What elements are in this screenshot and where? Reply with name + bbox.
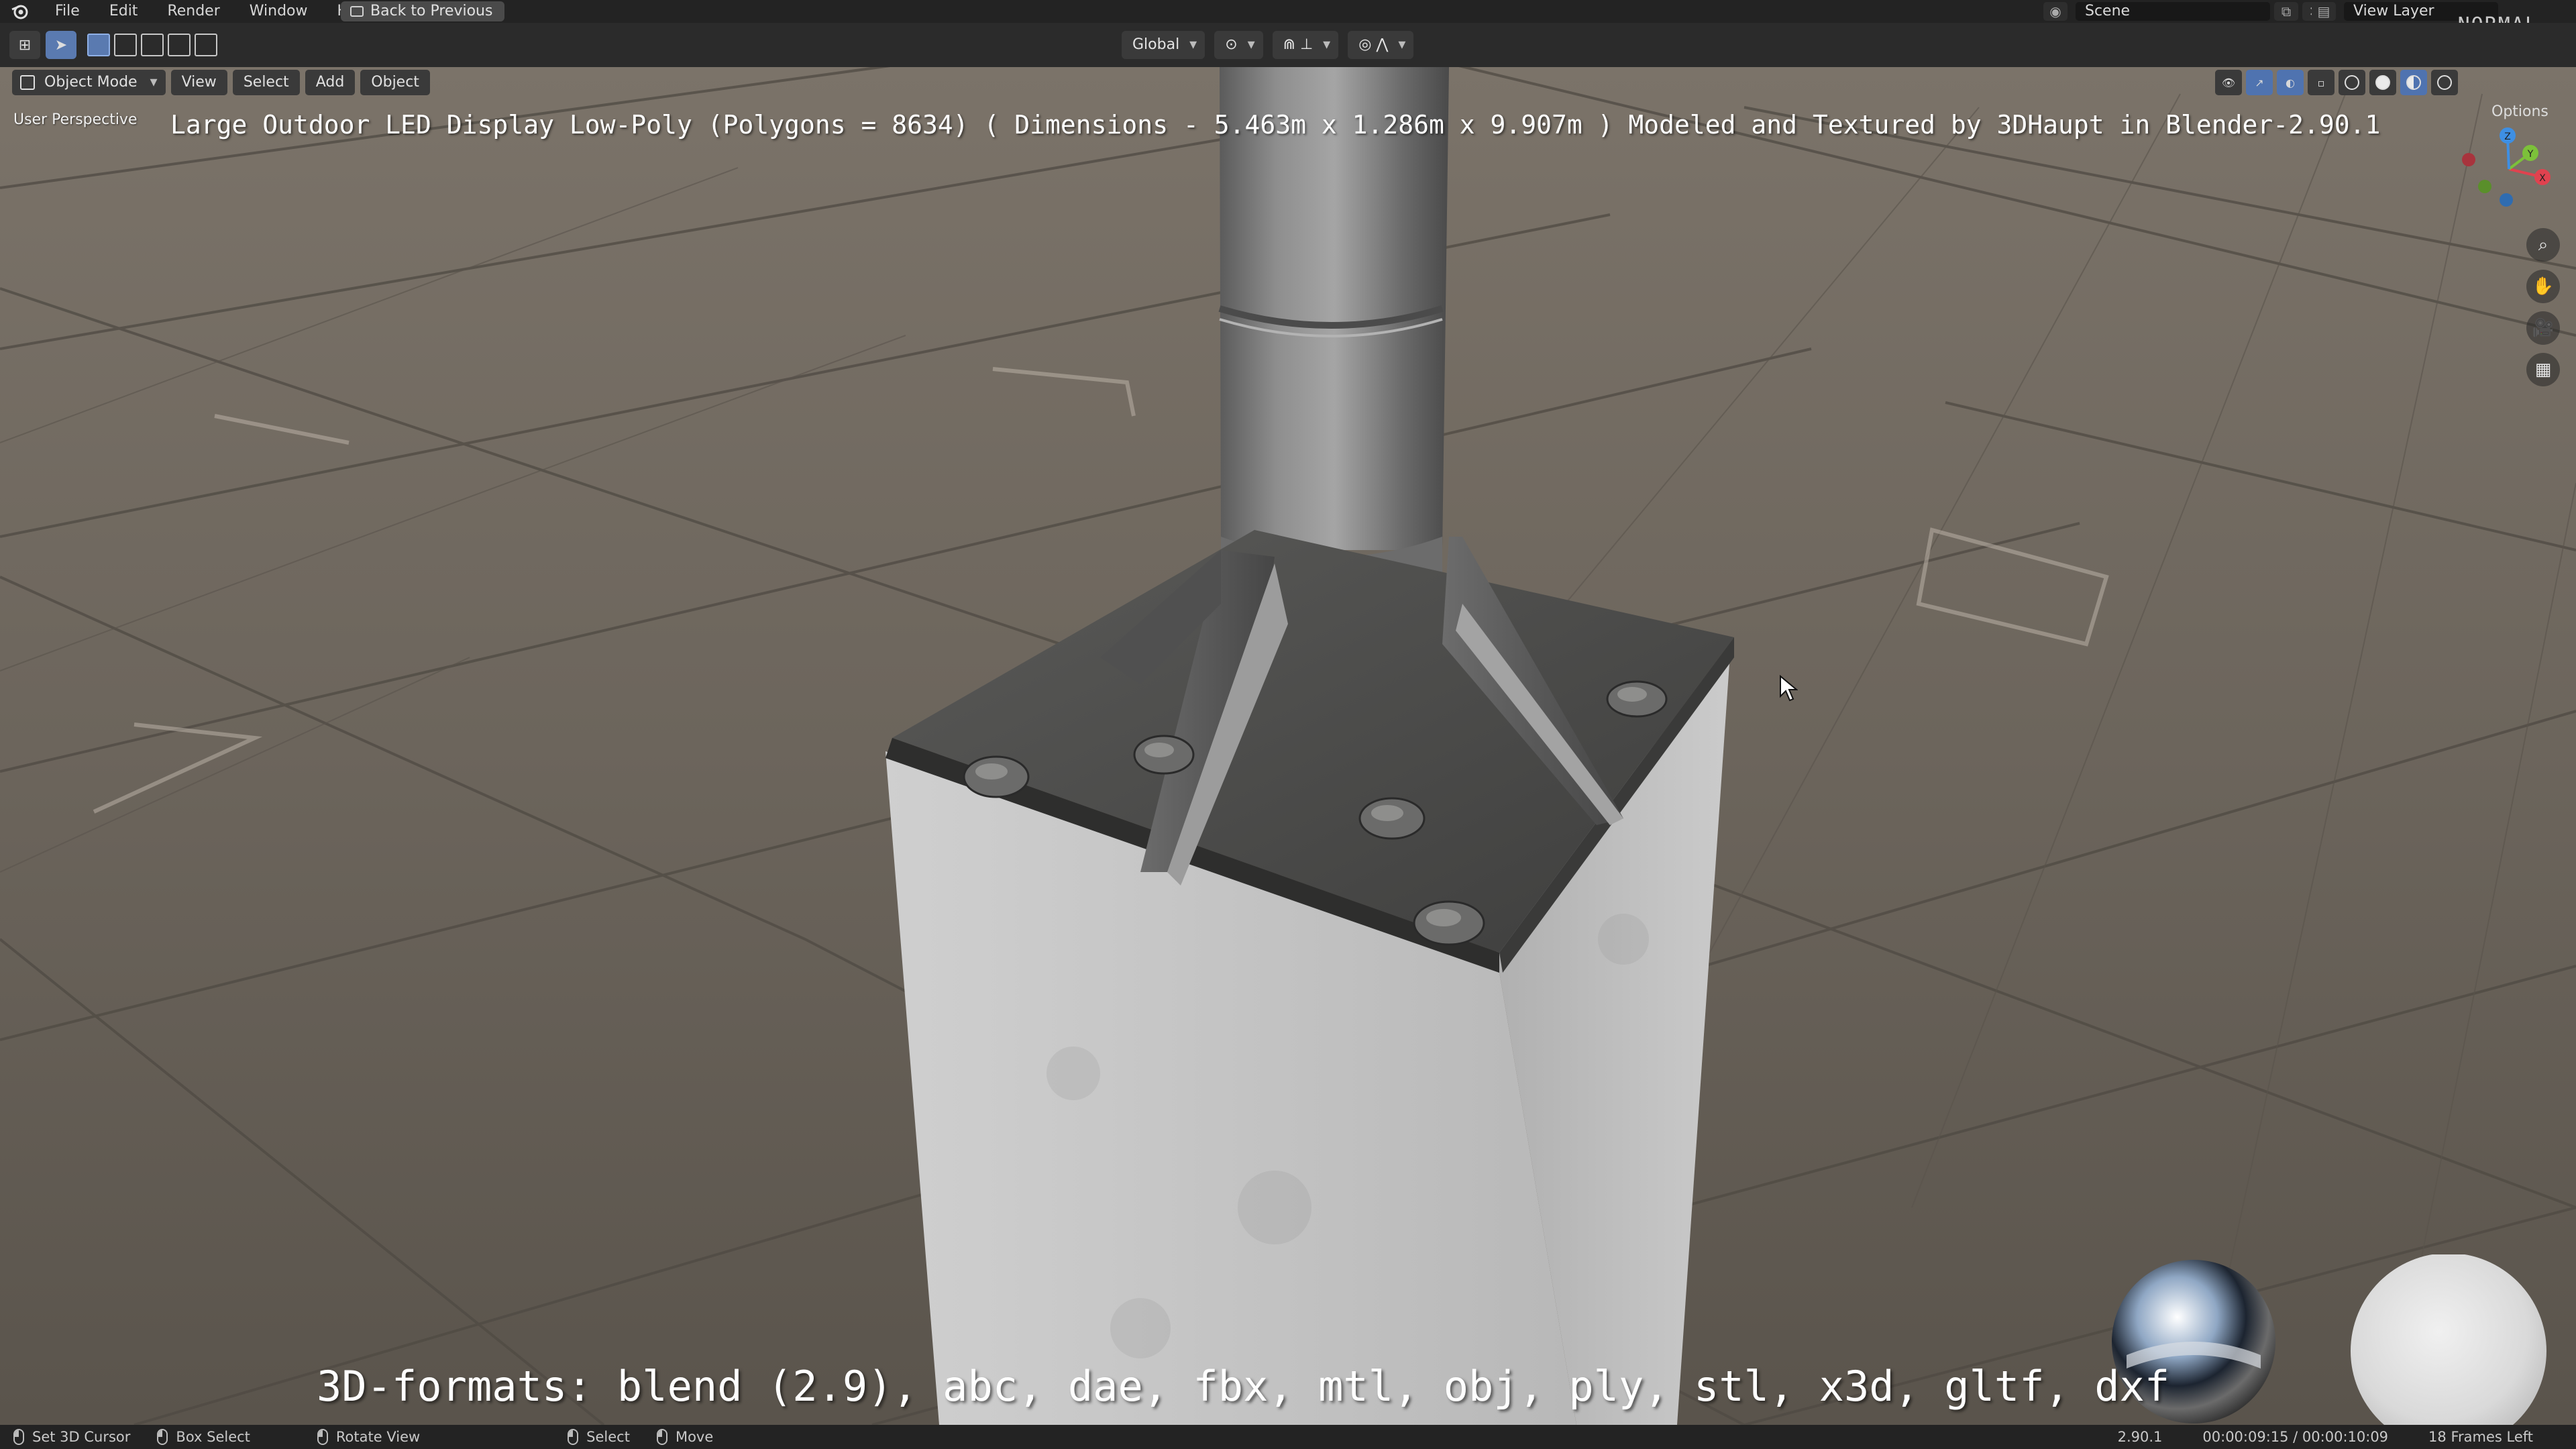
frames-left: 18 Frames Left [2428, 1429, 2533, 1445]
status-box-select: Box Select [157, 1429, 250, 1445]
scene-browse-icon[interactable]: ◉ [2043, 2, 2068, 21]
menu-window[interactable]: Window [235, 0, 323, 23]
wireframe-shading-icon[interactable] [2339, 70, 2365, 95]
rendered-dot [2437, 75, 2452, 90]
middle-mouse-icon [317, 1429, 328, 1445]
back-to-previous-button[interactable]: Back to Previous [341, 1, 505, 21]
scene-name-field[interactable]: Scene [2076, 2, 2270, 21]
camera-view-icon[interactable]: 🎥 [2526, 311, 2560, 345]
editor-type-icon[interactable]: ⊞ [9, 31, 40, 59]
menu-render[interactable]: Render [152, 0, 234, 23]
top-menu-bar: File Edit Render Window Help Back to Pre… [0, 0, 2576, 37]
mode-set-icon[interactable] [87, 34, 110, 56]
status-box-select-label: Box Select [176, 1429, 250, 1445]
material-dot [2406, 75, 2421, 90]
screen-icon [350, 6, 364, 17]
gizmo-neg-y-axis[interactable] [2478, 180, 2491, 193]
menu-file[interactable]: File [40, 0, 95, 23]
gizmo-neg-z-axis[interactable] [2500, 193, 2513, 207]
pivot-point-dropdown[interactable]: ⊙ [1214, 31, 1263, 59]
mode-extend-icon[interactable] [114, 34, 137, 56]
solid-shading-icon[interactable] [2369, 70, 2396, 95]
menu-edit[interactable]: Edit [95, 0, 153, 23]
proportional-icon: ◎ ⋀ [1358, 36, 1389, 53]
playback-timecode: 00:00:09:15 / 00:00:10:09 [2202, 1429, 2389, 1445]
select-tool-icon[interactable]: ➤ [46, 31, 76, 59]
gizmo-neg-x-axis[interactable] [2462, 153, 2475, 166]
rendered-shading-icon[interactable] [2431, 70, 2458, 95]
xray-toggle-icon[interactable]: ▫ [2308, 70, 2334, 95]
formats-overlay: 3D-formats: blend (2.9), abc, dae, fbx, … [317, 1362, 2170, 1411]
status-move: Move [656, 1429, 714, 1445]
tool-header: ⊞ ➤ Global ⊙ ⋒ ⊥ ◎ ⋀ [0, 23, 2576, 67]
navigation-gizmo[interactable]: X Y Z [2455, 115, 2563, 223]
gizmo-z-label: Z [2504, 131, 2511, 142]
3d-viewport[interactable]: Object Mode View Select Add Object 👁 ↗ ◐… [0, 67, 2576, 1425]
mode-intersect-icon[interactable] [195, 34, 217, 56]
proportional-editing-dropdown[interactable]: ◎ ⋀ [1348, 31, 1414, 59]
gizmo-x-label: X [2539, 173, 2546, 184]
right-drag-mouse-icon [656, 1429, 667, 1445]
menu-view[interactable]: View [170, 70, 227, 95]
status-rotate-view: Rotate View [317, 1429, 420, 1445]
visibility-eye-icon[interactable]: 👁 [2215, 70, 2242, 95]
mode-subtract-icon[interactable] [141, 34, 164, 56]
wireframe-dot [2345, 75, 2359, 90]
viewport-render [0, 67, 2576, 1425]
diffuse-sphere [2351, 1254, 2546, 1425]
viewport-header: Object Mode View Select Add Object [12, 70, 435, 95]
menu-add[interactable]: Add [305, 70, 356, 95]
blender-version: 2.90.1 [2117, 1429, 2163, 1445]
perspective-label: User Perspective [13, 111, 138, 128]
snapping-dropdown[interactable]: ⋒ ⊥ [1272, 31, 1339, 59]
selection-mode-group [87, 34, 221, 56]
mouse-pointer-icon [1780, 675, 1798, 702]
status-move-label: Move [675, 1429, 714, 1445]
menu-object[interactable]: Object [360, 70, 430, 95]
mode-invert-icon[interactable] [168, 34, 191, 56]
status-bar: Set 3D Cursor Box Select Rotate View Sel… [0, 1425, 2576, 1449]
pivot-icon: ⊙ [1225, 36, 1238, 53]
pan-hand-icon[interactable]: ✋ [2526, 270, 2560, 303]
status-select: Select [568, 1429, 630, 1445]
transform-orientation-dropdown[interactable]: Global [1122, 31, 1205, 59]
back-to-previous-label: Back to Previous [370, 3, 493, 19]
right-mouse-icon [568, 1429, 579, 1445]
object-mode-dropdown[interactable]: Object Mode [12, 70, 166, 95]
menu-select[interactable]: Select [232, 70, 300, 95]
model-info-overlay: Large Outdoor LED Display Low-Poly (Poly… [170, 110, 2381, 140]
status-set-3d-cursor: Set 3D Cursor [13, 1429, 130, 1445]
solid-dot [2375, 75, 2390, 90]
status-select-label: Select [586, 1429, 630, 1445]
gizmo-toggle-icon[interactable]: ↗ [2246, 70, 2273, 95]
gizmo-y-label: Y [2527, 149, 2534, 160]
material-preview-icon[interactable] [2400, 70, 2427, 95]
object-mode-icon [20, 75, 35, 90]
viewport-shading-tools: 👁 ↗ ◐ ▫ [2211, 70, 2458, 95]
scene-selector: ◉ Scene ⧉ ✕ [2039, 0, 2326, 23]
left-drag-mouse-icon [157, 1429, 168, 1445]
blender-logo-icon[interactable] [0, 0, 40, 23]
overlays-toggle-icon[interactable]: ◐ [2277, 70, 2304, 95]
snap-magnet-icon: ⋒ ⊥ [1283, 36, 1313, 53]
ortho-grid-icon[interactable]: ▦ [2526, 353, 2560, 386]
left-mouse-icon [13, 1429, 24, 1445]
zoom-magnifier-icon[interactable]: ⌕ [2526, 228, 2560, 262]
object-mode-label: Object Mode [44, 74, 138, 91]
status-rotate-view-label: Rotate View [335, 1429, 421, 1445]
transform-orientation-value: Global [1132, 36, 1180, 53]
scene-new-icon[interactable]: ⧉ [2274, 2, 2298, 21]
status-set-3d-cursor-label: Set 3D Cursor [32, 1429, 131, 1445]
view-layer-browse-icon[interactable]: ▤ [2312, 2, 2336, 21]
hdri-preview-spheres [2112, 1254, 2546, 1425]
